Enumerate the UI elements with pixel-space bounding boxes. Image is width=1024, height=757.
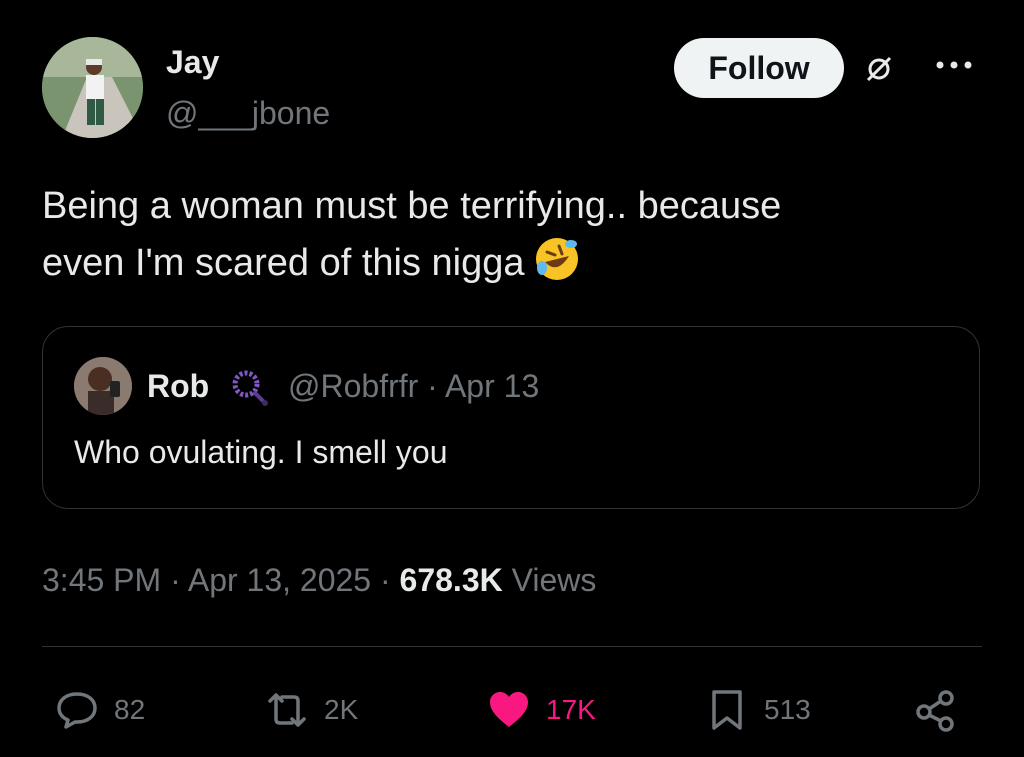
reply-count: 82: [114, 694, 146, 725]
like-count: 17K: [546, 694, 596, 725]
tweet-meta: 3:45 PM · Apr 13, 2025 · 678.3K Views: [42, 562, 597, 598]
bookmark-icon: [712, 690, 742, 730]
prayer-beads-badge-icon: [228, 366, 272, 410]
quoted-author-avatar[interactable]: [74, 357, 132, 415]
share-icon: [916, 690, 954, 732]
tweet-text: Being a woman must be terrifying.. becau…: [42, 178, 982, 292]
repost-button[interactable]: 2K: [264, 686, 358, 734]
author-handle[interactable]: @___jbone: [166, 95, 330, 132]
author-name[interactable]: Jay: [166, 44, 219, 81]
tweet-line-1: Being a woman must be terrifying.. becau…: [42, 185, 782, 227]
quoted-tweet-card[interactable]: [42, 326, 980, 509]
reply-button[interactable]: 82: [54, 686, 145, 734]
follow-button[interactable]: Follow: [674, 38, 844, 98]
rolling-laughing-emoji-icon: [533, 235, 581, 283]
tweet-time[interactable]: 3:45 PM: [42, 562, 161, 598]
repost-count: 2K: [324, 694, 359, 725]
like-button[interactable]: 17K: [486, 686, 596, 734]
views-label: Views: [511, 562, 597, 598]
share-button[interactable]: [912, 686, 972, 734]
quoted-author-name[interactable]: Rob: [147, 368, 209, 405]
views-count: 678.3K: [399, 562, 503, 598]
divider: [42, 646, 982, 647]
quoted-tweet-text: Who ovulating. I smell you: [74, 434, 448, 470]
bookmark-count: 513: [764, 694, 811, 725]
tweet-line-2: even I'm scared of this nigga: [42, 235, 982, 292]
author-avatar[interactable]: [42, 37, 143, 138]
grok-icon[interactable]: [862, 52, 896, 86]
reply-icon: [57, 692, 97, 729]
quoted-tweet-meta: @Robfrfr · Apr 13: [288, 368, 540, 404]
quoted-author-handle[interactable]: @Robfrfr: [288, 368, 418, 404]
quoted-tweet-date[interactable]: Apr 13: [445, 368, 539, 404]
bookmark-button[interactable]: 513: [704, 686, 811, 734]
heart-filled-icon: [490, 692, 528, 727]
tweet-date[interactable]: Apr 13, 2025: [188, 562, 371, 598]
more-options-icon[interactable]: [932, 48, 976, 82]
repost-icon: [268, 693, 306, 727]
